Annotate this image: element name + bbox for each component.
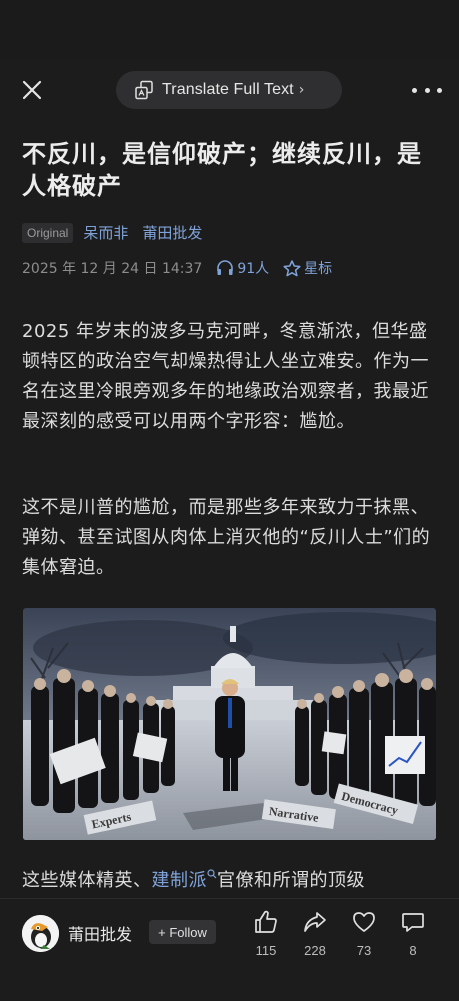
follow-button[interactable]: + Follow xyxy=(149,920,216,944)
comment-button[interactable]: 8 xyxy=(393,909,433,958)
account-link[interactable]: 莆田批发 xyxy=(142,222,202,243)
thumbs-up-icon xyxy=(255,910,277,933)
favorite-button[interactable]: 73 xyxy=(344,909,384,958)
avatar-image xyxy=(22,915,59,952)
more-options-button[interactable] xyxy=(412,78,442,102)
publish-date: 2025 年 12 月 24 日 14:37 xyxy=(22,261,203,277)
search-term-text: 建制派 xyxy=(151,870,207,891)
listen-button[interactable]: 91人 xyxy=(216,258,269,278)
translate-icon xyxy=(135,80,153,100)
account-name[interactable]: 莆田批发 xyxy=(68,921,132,945)
author-link[interactable]: 呆而非 xyxy=(83,222,128,243)
search-icon xyxy=(207,869,217,879)
translate-full-text-button[interactable]: Translate Full Text › xyxy=(116,71,342,109)
paragraph-3: 这些媒体精英、建制派 官僚和所谓的顶级 xyxy=(22,866,438,896)
headphones-icon xyxy=(217,260,234,275)
account-avatar[interactable] xyxy=(22,915,59,952)
paragraph-3-text-after: 官僚和所谓的顶级 xyxy=(217,870,365,891)
comment-icon xyxy=(402,913,424,932)
heart-icon xyxy=(353,912,375,932)
paragraph-3-text-before: 这些媒体精英、 xyxy=(22,870,152,891)
star-label: 星标 xyxy=(304,261,333,277)
article-title: 不反川，是信仰破产；继续反川，是人格破产 xyxy=(22,140,422,200)
translate-label: Translate Full Text xyxy=(162,81,294,98)
more-icon-dot xyxy=(437,87,442,93)
star-button[interactable]: 星标 xyxy=(283,258,332,278)
bottom-action-bar: 莆田批发 + Follow 115 228 73 8 xyxy=(0,898,459,1001)
star-icon xyxy=(283,259,301,276)
top-bar: Translate Full Text › xyxy=(0,66,459,114)
chevron-right-icon: › xyxy=(298,82,305,98)
like-count: 115 xyxy=(255,943,277,958)
article-image[interactable]: Experts Narrative Democracy xyxy=(23,608,436,840)
article-byline: Original 呆而非 莆田批发 xyxy=(22,222,216,243)
close-button[interactable] xyxy=(18,76,46,104)
comment-count: 8 xyxy=(409,943,417,958)
listener-count: 91人 xyxy=(237,261,270,277)
search-term-link[interactable]: 建制派 xyxy=(151,869,218,891)
home-indicator xyxy=(0,990,459,1000)
like-button[interactable]: 115 xyxy=(246,909,286,958)
original-badge: Original xyxy=(22,222,74,243)
more-icon xyxy=(412,87,417,93)
close-icon xyxy=(22,80,42,100)
share-button[interactable]: 228 xyxy=(295,909,335,958)
capitol-illustration: Experts Narrative Democracy xyxy=(23,608,436,840)
paragraph-1: 2025 年岁末的波多马克河畔，冬意渐浓，但华盛顿特区的政治空气却燥热得让人坐立… xyxy=(22,321,429,432)
article-meta: 2025 年 12 月 24 日 14:37 91人 星标 xyxy=(22,258,332,278)
share-count: 228 xyxy=(304,943,326,958)
favorite-count: 73 xyxy=(356,943,372,958)
more-icon-dot xyxy=(424,87,430,93)
status-bar xyxy=(0,0,459,58)
share-icon xyxy=(304,912,326,932)
paragraph-2: 这不是川普的尴尬，而是那些多年来致力于抹黑、弹劾、甚至试图从肉体上消灭他的“反川… xyxy=(22,497,431,578)
